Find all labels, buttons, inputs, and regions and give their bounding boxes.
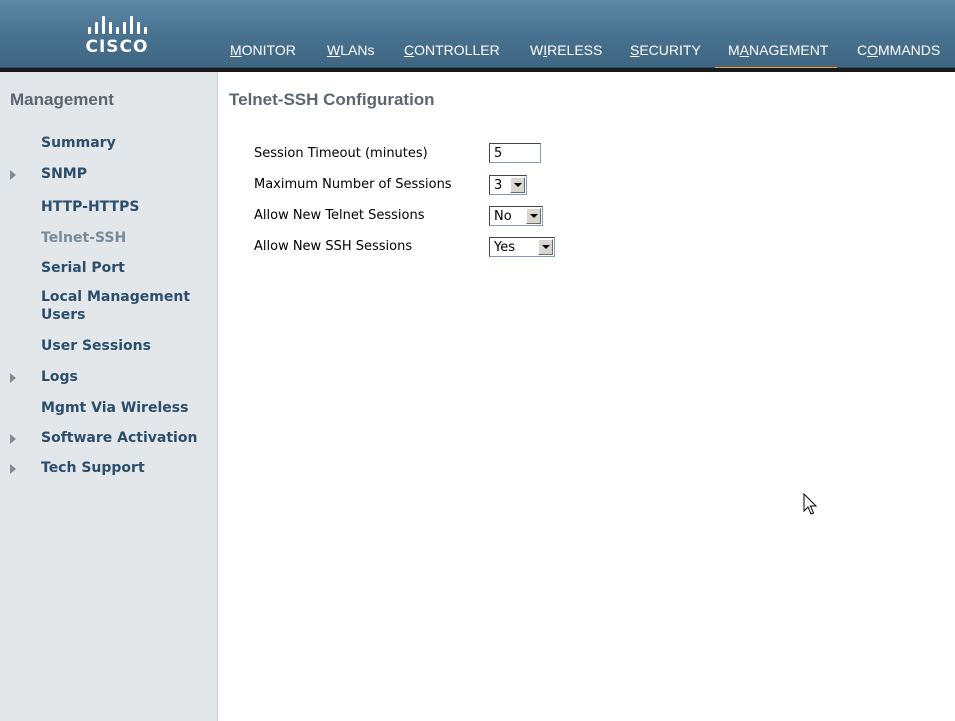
nav-commands[interactable]: COMMANDS [857,42,940,58]
max-sessions-label: Maximum Number of Sessions [254,177,452,192]
session-timeout-input[interactable] [489,143,541,163]
sidebar-item-telnet-ssh[interactable]: Telnet-SSH [41,229,126,247]
nav-management[interactable]: MANAGEMENT [714,42,838,70]
max-sessions-value: 3 [494,177,503,193]
nav-monitor[interactable]: MONITOR [230,42,296,58]
expand-arrow-icon[interactable] [10,170,16,180]
sidebar-item-http-https[interactable]: HTTP-HTTPS [41,198,139,216]
expand-arrow-icon[interactable] [10,434,16,444]
sidebar-item-tech-support[interactable]: Tech Support [41,459,145,477]
chevron-down-icon[interactable] [526,208,541,224]
sidebar-item-serial-port[interactable]: Serial Port [41,259,125,277]
nav-wlans[interactable]: WLANs [327,42,374,58]
top-header: CISCO MONITOR WLANs CONTROLLER WIRELESS … [0,0,955,70]
allow-telnet-select[interactable]: No [489,206,543,226]
sidebar-item-local-management-users[interactable]: Local Management Users [41,288,206,324]
sidebar-item-logs[interactable]: Logs [41,368,78,386]
chevron-down-icon[interactable] [538,239,553,255]
allow-ssh-label: Allow New SSH Sessions [254,239,413,254]
sidebar-item-mgmt-via-wireless[interactable]: Mgmt Via Wireless [41,399,188,417]
expand-arrow-icon[interactable] [10,464,16,474]
sidebar: Management Summary SNMP HTTP-HTTPS Telne… [0,72,218,721]
allow-ssh-select[interactable]: Yes [489,237,555,257]
allow-telnet-value: No [494,208,512,224]
nav-security[interactable]: SECURITY [630,42,701,58]
allow-telnet-label: Allow New Telnet Sessions [254,208,425,223]
mouse-pointer-icon [803,493,818,515]
max-sessions-select[interactable]: 3 [489,175,527,195]
chevron-down-icon[interactable] [510,177,525,193]
sidebar-item-user-sessions[interactable]: User Sessions [41,337,151,355]
sidebar-item-snmp[interactable]: SNMP [41,165,87,183]
main-nav: MONITOR WLANs CONTROLLER WIRELESS SECURI… [0,0,955,70]
allow-ssh-value: Yes [494,239,515,255]
nav-controller[interactable]: CONTROLLER [404,42,500,58]
page-title: Telnet-SSH Configuration [229,90,435,109]
sidebar-title: Management [10,90,114,109]
session-timeout-label: Session Timeout (minutes) [254,146,428,161]
sidebar-item-software-activation[interactable]: Software Activation [41,429,197,447]
nav-wireless[interactable]: WIRELESS [530,42,602,58]
expand-arrow-icon[interactable] [10,373,16,383]
sidebar-item-summary[interactable]: Summary [41,134,116,152]
